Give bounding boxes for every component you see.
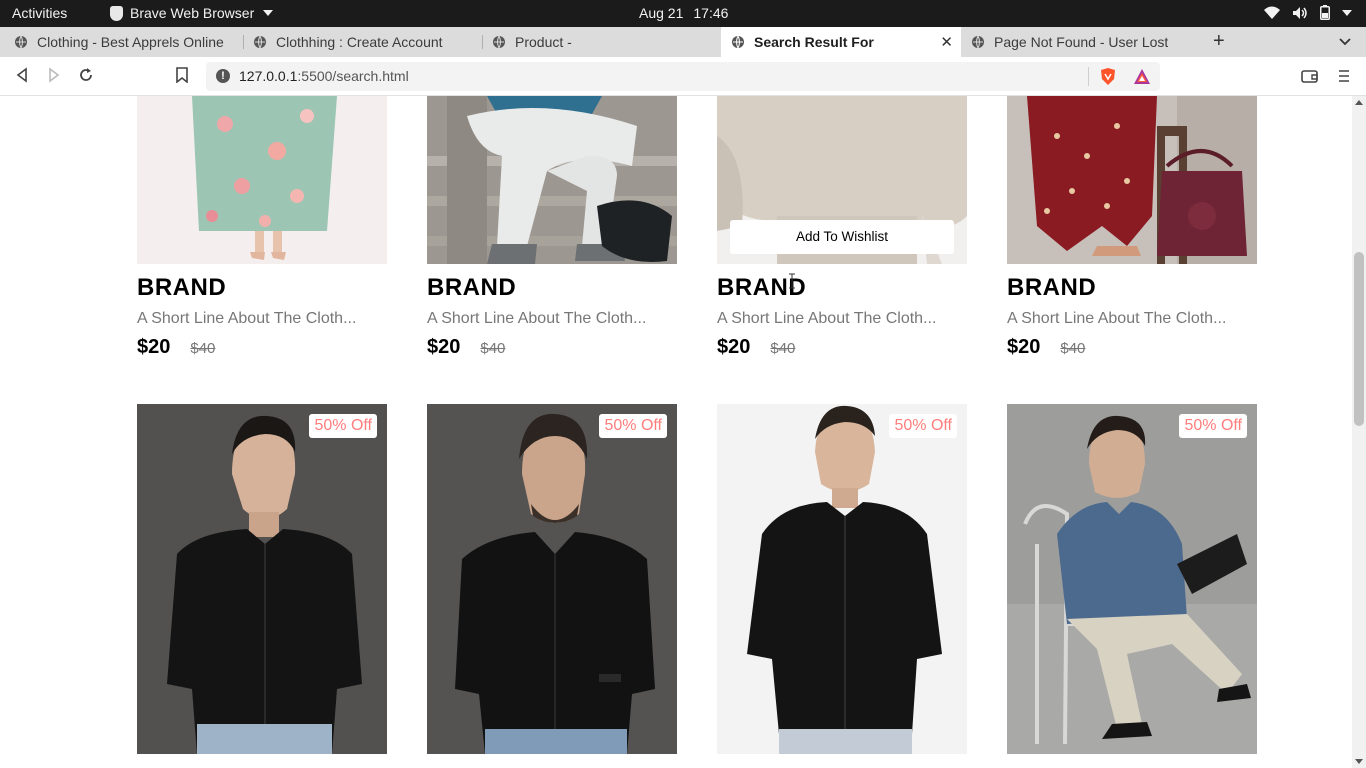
product-prices: $20 $40	[137, 336, 387, 359]
volume-icon	[1293, 6, 1307, 19]
product-card[interactable]: 50% Off	[427, 404, 677, 754]
app-name: Brave Web Browser	[130, 5, 255, 21]
product-card[interactable]: BRAND A Short Line About The Cloth... $2…	[427, 96, 677, 359]
product-image-woman-maroon-suit[interactable]	[1007, 96, 1257, 264]
tab-create-account[interactable]: Clothhing : Create Account	[253, 27, 478, 57]
tab-title: Clothhing : Create Account	[276, 34, 443, 50]
tab-strip: Clothing - Best Apprels Online Clothhing…	[0, 27, 1366, 57]
product-card[interactable]: 50% Off	[1007, 404, 1257, 754]
chevron-down-icon	[1342, 9, 1352, 16]
clock-time: 17:46	[693, 5, 729, 21]
product-price: $20	[717, 336, 751, 358]
page-viewport: BRAND A Short Line About The Cloth... $2…	[0, 96, 1352, 768]
product-old-price: $40	[190, 340, 216, 357]
product-card[interactable]: 50% Off	[137, 404, 387, 754]
tab-title: Page Not Found - User Lost	[994, 34, 1169, 50]
back-arrow-icon[interactable]	[15, 67, 29, 83]
product-price: $20	[137, 336, 171, 358]
discount-badge: 50% Off	[889, 414, 957, 438]
product-image-man-black-shirt-2[interactable]: 50% Off	[427, 404, 677, 754]
product-card[interactable]: BRAND A Short Line About The Cloth... $2…	[137, 96, 387, 359]
product-old-price: $40	[1060, 340, 1086, 357]
reload-icon[interactable]	[78, 67, 94, 83]
app-menu[interactable]: Brave Web Browser	[110, 5, 274, 21]
add-to-wishlist-button[interactable]: Add To Wishlist	[730, 220, 954, 254]
scroll-up-arrow-icon[interactable]	[1355, 100, 1363, 105]
menu-icon[interactable]	[1338, 69, 1350, 83]
tab-search-result[interactable]: Search Result For ✕	[721, 27, 961, 57]
battery-icon	[1320, 5, 1330, 20]
discount-badge: 50% Off	[1179, 414, 1247, 438]
wallet-icon[interactable]	[1301, 69, 1318, 83]
product-image-man-white-joggers[interactable]	[427, 96, 677, 264]
product-image-man-black-shirt-1[interactable]: 50% Off	[137, 404, 387, 754]
product-card[interactable]: BRAND A Short Line About The Cloth... $2…	[1007, 96, 1257, 359]
product-brand[interactable]: BRAND	[717, 274, 967, 302]
product-description: A Short Line About The Cloth...	[427, 310, 647, 327]
product-prices: $20 $40	[1007, 336, 1257, 359]
url-host: 127.0.0.1	[239, 68, 298, 84]
product-old-price: $40	[480, 340, 506, 357]
globe-icon	[15, 35, 27, 49]
tab-title: Product -	[515, 34, 572, 50]
tab-title: Search Result For	[754, 34, 874, 50]
clock[interactable]: Aug 21 17:46	[639, 5, 728, 21]
tab-product[interactable]: Product -	[492, 27, 717, 57]
urlbar-divider	[1088, 67, 1089, 86]
browser-toolbar: ! 127.0.0.1:5500/search.html	[0, 57, 1366, 96]
product-brand[interactable]: BRAND	[1007, 274, 1257, 302]
discount-badge: 50% Off	[599, 414, 667, 438]
clock-date: Aug 21	[639, 5, 684, 21]
tab-title: Clothing - Best Apprels Online	[37, 34, 224, 50]
wifi-icon	[1264, 6, 1280, 19]
brave-lion-icon	[110, 5, 123, 21]
tab-separator	[482, 35, 483, 49]
globe-icon	[254, 35, 266, 49]
system-top-bar: Activities Brave Web Browser Aug 21 17:4…	[0, 0, 1366, 27]
chevron-down-icon	[263, 10, 274, 16]
tab-page-not-found[interactable]: Page Not Found - User Lost	[971, 27, 1206, 57]
address-bar[interactable]: ! 127.0.0.1:5500/search.html	[206, 62, 1160, 91]
product-image-man-black-shirt-3[interactable]: 50% Off	[717, 404, 967, 754]
system-tray[interactable]	[1264, 5, 1352, 20]
discount-badge: 50% Off	[309, 414, 377, 438]
activities-button[interactable]: Activities	[12, 5, 67, 21]
product-image-beige-sweatshirt[interactable]: Add To Wishlist	[717, 96, 967, 264]
product-prices: $20 $40	[717, 336, 967, 359]
close-icon[interactable]: ✕	[940, 33, 953, 51]
tab-separator	[243, 35, 244, 49]
new-tab-plus-icon[interactable]: +	[1213, 30, 1225, 53]
url-text[interactable]: 127.0.0.1:5500/search.html	[239, 68, 409, 84]
product-image-woman-floral-dress[interactable]	[137, 96, 387, 264]
product-description: A Short Line About The Cloth...	[717, 310, 937, 327]
product-image-man-blue-shirt-chair[interactable]: 50% Off	[1007, 404, 1257, 754]
product-card[interactable]: 50% Off	[717, 404, 967, 754]
site-info-icon[interactable]: !	[216, 69, 230, 83]
brave-shields-icon[interactable]	[1100, 67, 1116, 86]
product-description: A Short Line About The Cloth...	[1007, 310, 1227, 327]
tab-clothing-home[interactable]: Clothing - Best Apprels Online	[14, 27, 239, 57]
globe-icon	[493, 35, 505, 49]
url-path: :5500/search.html	[297, 68, 409, 84]
product-card[interactable]: Add To Wishlist BRAND A Short Line About…	[717, 96, 967, 359]
product-prices: $20 $40	[427, 336, 677, 359]
product-price: $20	[1007, 336, 1041, 358]
scroll-down-arrow-icon[interactable]	[1355, 759, 1363, 764]
text-cursor-icon	[789, 273, 795, 289]
forward-arrow-icon[interactable]	[47, 67, 61, 83]
product-brand[interactable]: BRAND	[427, 274, 677, 302]
page-scrollbar[interactable]	[1352, 96, 1366, 768]
product-description: A Short Line About The Cloth...	[137, 310, 357, 327]
globe-icon	[732, 35, 744, 49]
bookmark-icon[interactable]	[176, 67, 188, 83]
product-price: $20	[427, 336, 461, 358]
product-old-price: $40	[770, 340, 796, 357]
product-brand[interactable]: BRAND	[137, 274, 387, 302]
globe-icon	[972, 35, 984, 49]
tab-search-chevron-icon[interactable]	[1339, 38, 1351, 46]
scrollbar-thumb[interactable]	[1354, 252, 1364, 426]
brave-rewards-icon[interactable]	[1133, 68, 1151, 85]
